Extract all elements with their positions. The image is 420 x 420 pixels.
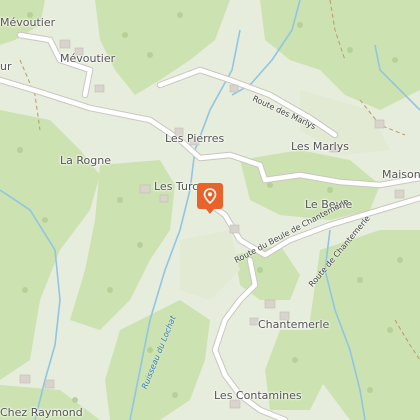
place-label-les-pierres: Les Pierres (165, 132, 225, 145)
place-label-maison: Maison (382, 168, 420, 181)
place-label-mevoutier: Mévoutier (60, 52, 116, 65)
map-canvas[interactable]: Mévoutier Mévoutier ur Les Pierres La Ro… (0, 0, 420, 420)
location-pin-icon (203, 188, 217, 204)
place-label-les-turc: Les Turc (154, 180, 199, 193)
place-label-mevoutier-west: Mévoutier (0, 16, 56, 29)
place-label-les-contamines: Les Contamines (214, 389, 302, 402)
location-marker[interactable] (197, 183, 223, 214)
place-label-les-marlys: Les Marlys (291, 140, 349, 153)
place-label-chantemerle: Chantemerle (258, 318, 330, 331)
place-label-la-rogne: La Rogne (60, 154, 111, 167)
place-label-ur: ur (0, 60, 12, 73)
place-label-chez-raymond: Chez Raymond (0, 406, 83, 419)
